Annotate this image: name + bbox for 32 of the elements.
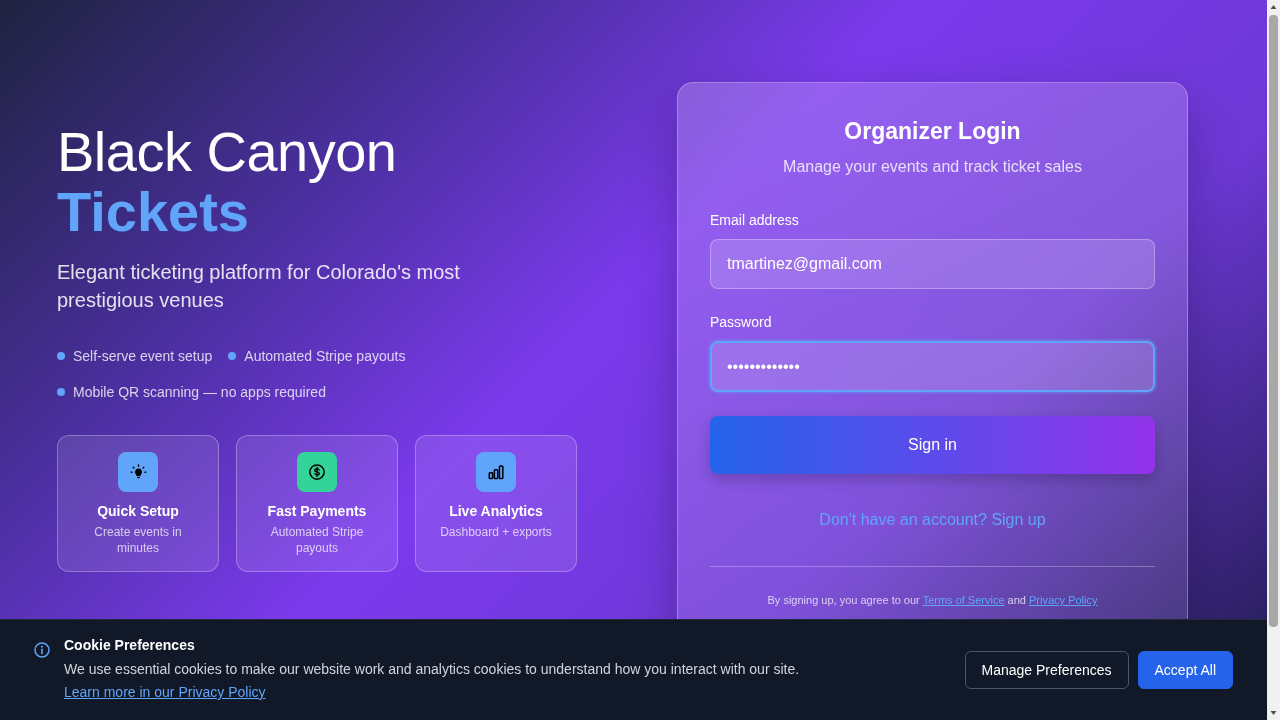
bullet-dot-icon — [57, 352, 65, 360]
bullet-dot-icon — [228, 352, 237, 360]
manage-preferences-button[interactable]: Manage Preferences — [964, 651, 1129, 689]
login-subtitle: Manage your events and track ticket sales — [782, 157, 1083, 177]
terms-link[interactable]: Terms of Service — [922, 594, 1005, 606]
login-title: Organizer Login — [843, 117, 1022, 146]
sign-up-link[interactable]: Don't have an account? Sign up — [819, 508, 1046, 532]
field-label: Password — [710, 313, 772, 332]
accept-all-button[interactable]: Accept All — [1137, 651, 1233, 689]
field-label: Email address — [710, 211, 799, 230]
info-icon — [34, 642, 50, 658]
hero-title: Black Canyon — [57, 122, 397, 182]
hero-title-accent: Tickets — [57, 182, 249, 242]
cookie-message: We use essential cookies to make our website work and analytics cookies to understand how you interact with our site. Learn more in our Privacy Policy — [64, 660, 801, 702]
scrollbar[interactable] — [1267, 0, 1280, 720]
feature-title: Fast Payments — [267, 502, 367, 520]
bullet-text: Automated Stripe payouts — [244, 347, 406, 366]
bullet-text: Self-serve event setup — [73, 347, 213, 366]
bullet-text: Mobile QR scanning — no apps required — [73, 383, 326, 402]
bullet-dot-icon — [57, 388, 65, 396]
feature-title: Quick Setup — [97, 502, 179, 520]
cookie-title: Cookie Preferences — [64, 636, 195, 655]
legal-notice: By signing up, you agree to our Terms of Service and Privacy Policy — [766, 593, 1099, 608]
sign-in-button[interactable]: Sign in — [710, 416, 1155, 474]
feature-description: Automated Stripe payouts — [269, 524, 365, 556]
privacy-policy-link[interactable]: Learn more in our Privacy Policy — [64, 684, 266, 700]
privacy-link[interactable]: Privacy Policy — [1029, 594, 1098, 606]
feature-description: Dashboard + exports — [440, 524, 552, 540]
hero-tagline: Elegant ticketing platform for Colorado's most prestigious venues — [57, 260, 461, 313]
password-field[interactable]: ••••••••••••• — [710, 341, 1155, 392]
feature-description: Create events in minutes — [93, 524, 183, 556]
feature-title: Live Analytics — [449, 502, 543, 520]
